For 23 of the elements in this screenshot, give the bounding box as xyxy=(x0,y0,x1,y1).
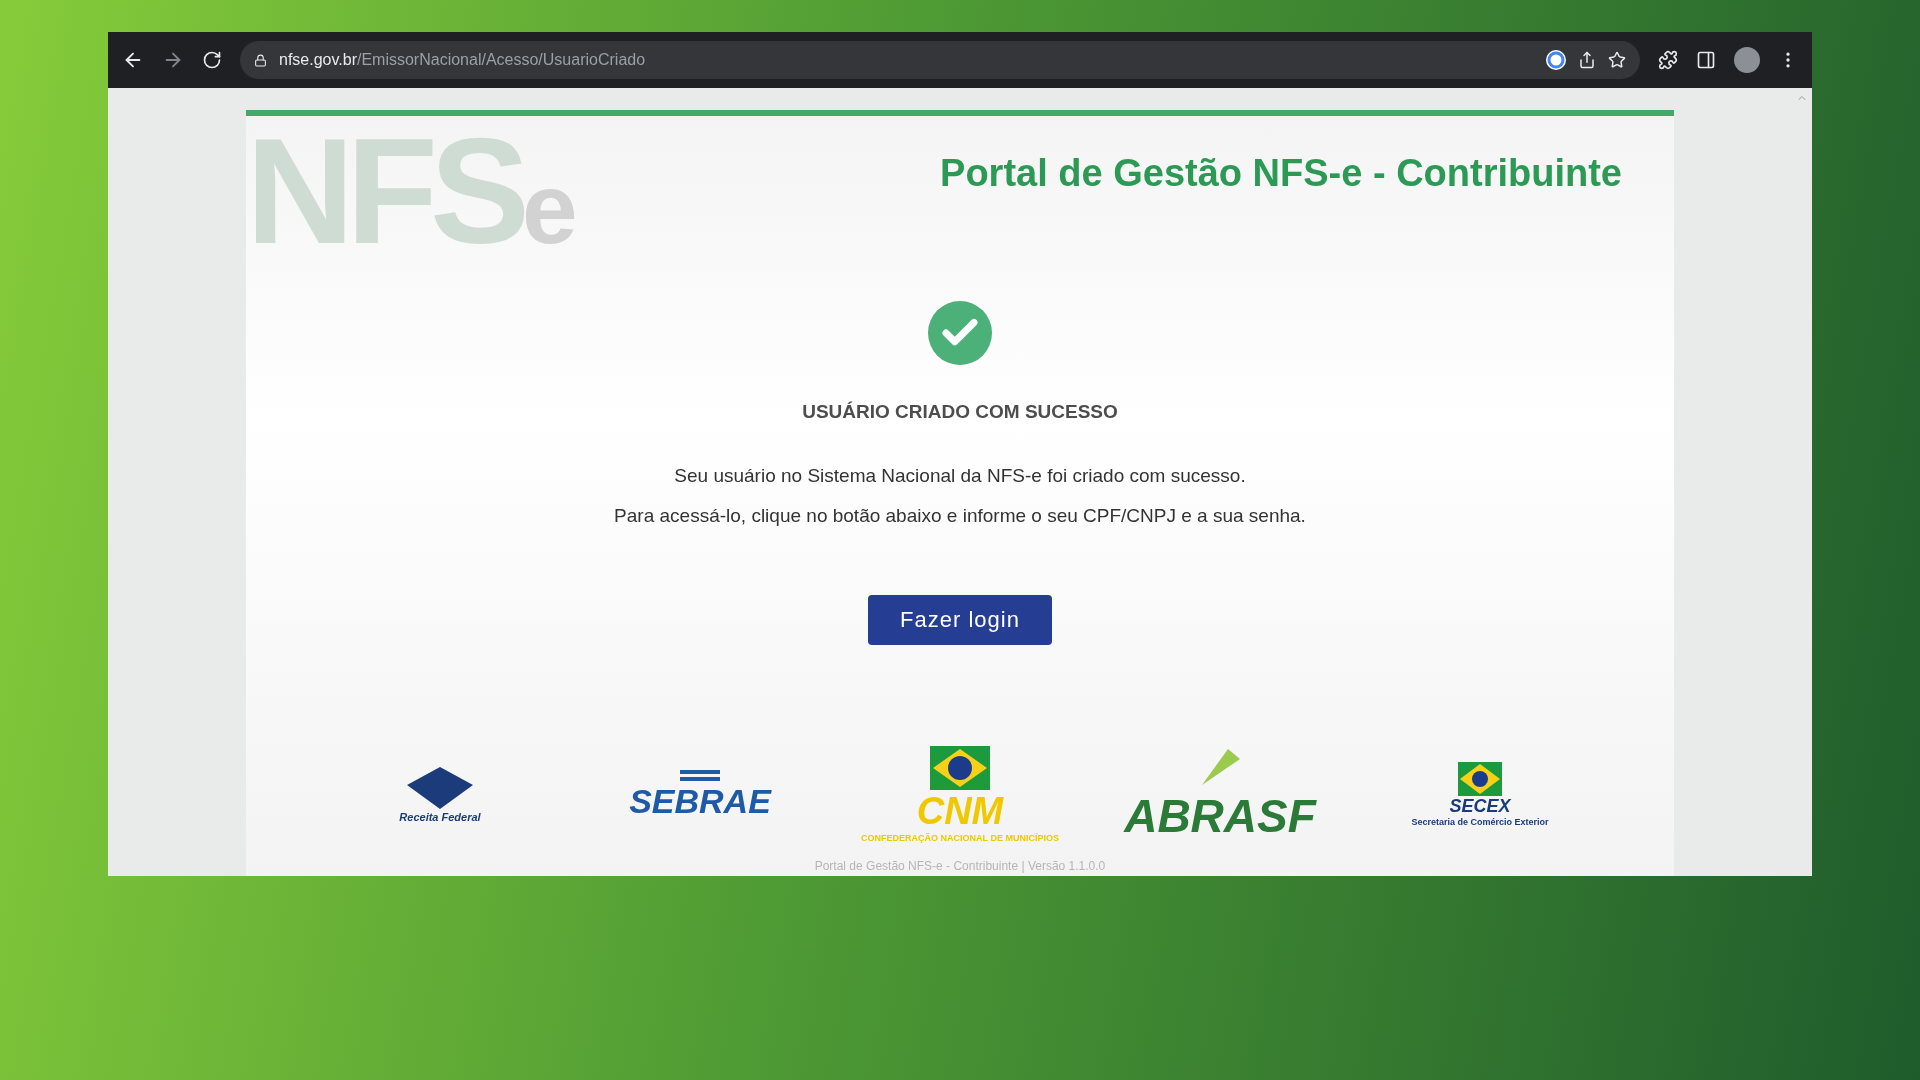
avatar[interactable] xyxy=(1734,47,1760,73)
partner-logo: ABRASF xyxy=(1110,745,1330,843)
success-heading: USUÁRIO CRIADO COM SUCESSO xyxy=(802,401,1118,423)
address-bar[interactable]: nfse.gov.br/EmissorNacional/Acesso/UsuarioCriado xyxy=(240,41,1640,79)
message-text: Para acessá-lo, clique no botão abaixo e informe o seu CPF/CNPJ e a sua senha. xyxy=(614,505,1306,527)
login-button[interactable]: Fazer login xyxy=(868,595,1052,645)
side-panel-icon[interactable] xyxy=(1696,50,1716,70)
partner-logo: SEBRAE xyxy=(590,767,810,821)
flag-icon xyxy=(1458,761,1502,796)
share-icon[interactable] xyxy=(1578,51,1596,69)
extensions-icon[interactable] xyxy=(1658,50,1678,70)
reload-icon[interactable] xyxy=(202,50,222,70)
partner-logo: Receita Federal xyxy=(330,765,550,823)
stripes-icon xyxy=(680,767,720,782)
url-text: nfse.gov.br/EmissorNacional/Acesso/UsuarioCriado xyxy=(279,51,646,69)
footer-text: Portal de Gestão NFS-e - Contribuinte | Versão 1.1.0.0 xyxy=(814,859,1106,873)
page-title: Portal de Gestão NFS-e - Contribuinte xyxy=(940,152,1622,195)
message-text: Seu usuário no Sistema Nacional da NFS-e foi criado com sucesso. xyxy=(674,465,1246,487)
flag-icon xyxy=(930,745,990,790)
partner-logo: CNM CONFEDERAÇÃO NACIONAL DE MUNICÍPIOS xyxy=(850,745,1070,843)
lock-icon xyxy=(254,53,267,67)
partner-logo: SECEX Secretaria de Comércio Exterior xyxy=(1370,761,1590,827)
star-icon[interactable] xyxy=(1608,51,1626,69)
